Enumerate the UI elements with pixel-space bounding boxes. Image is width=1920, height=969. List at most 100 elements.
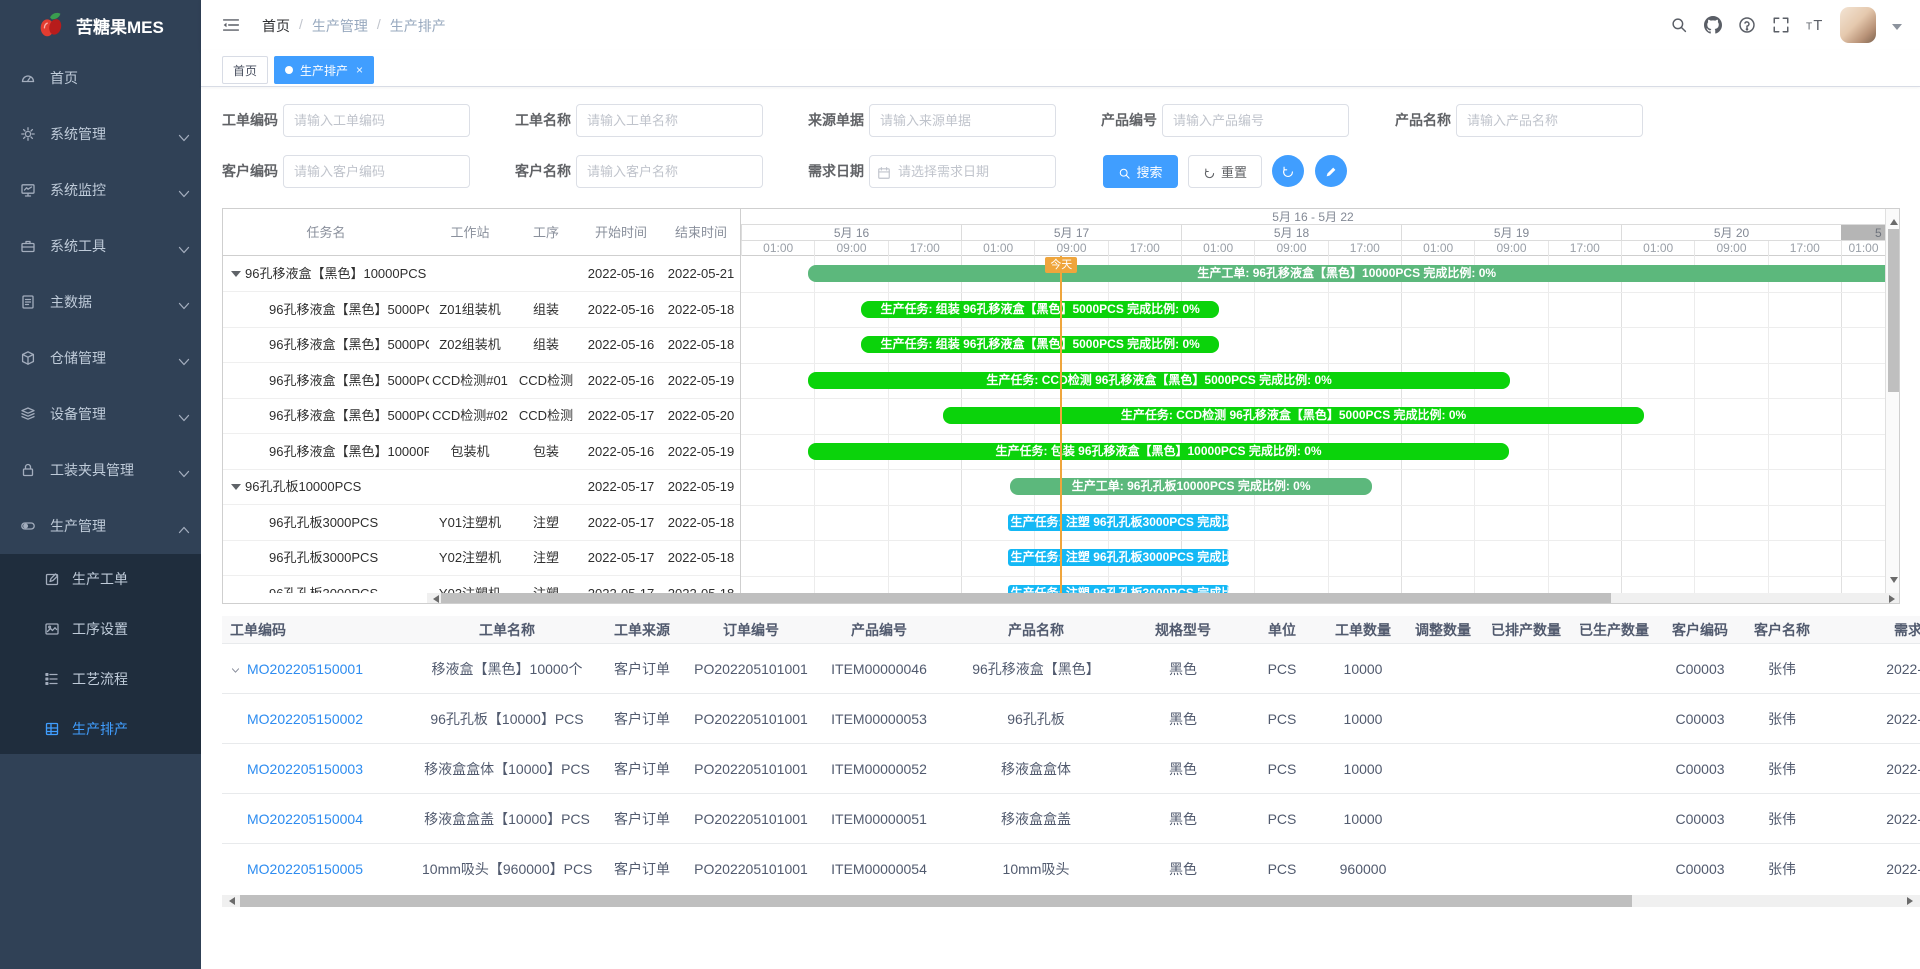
sidebar-menu: 首页系统管理系统监控系统工具主数据仓储管理设备管理工装夹具管理生产管理生产工单工… <box>0 50 201 754</box>
cell-order: PO202205101001 <box>692 861 810 877</box>
scroll-down-arrow[interactable] <box>1890 577 1898 587</box>
demand-date-input[interactable] <box>869 155 1056 188</box>
customer-name-input[interactable] <box>576 155 763 188</box>
gantt-task-row[interactable]: 96孔孔板3000PCSY02注塑机注塑2022-05-172022-05-18 <box>223 540 741 576</box>
work-order-name-input[interactable] <box>576 104 763 137</box>
timeline-day-label: 5月 17 <box>961 225 1181 241</box>
github-icon[interactable] <box>1704 16 1722 34</box>
sidebar-item-equipment-management[interactable]: 设备管理 <box>0 386 201 442</box>
search-button[interactable]: 搜索 <box>1103 155 1178 188</box>
scroll-up-arrow[interactable] <box>1890 215 1898 225</box>
product-name-input[interactable] <box>1456 104 1643 137</box>
sidebar-item-system-tools[interactable]: 系统工具 <box>0 218 201 274</box>
task-end-date: 2022-05-18 <box>661 505 741 540</box>
collapse-triangle-icon[interactable] <box>231 271 241 282</box>
breadcrumb-home[interactable]: 首页 <box>262 16 290 36</box>
scrollbar-thumb[interactable] <box>240 895 1632 907</box>
work-order-link[interactable]: MO202205150005 <box>247 861 363 877</box>
search-icon <box>1118 167 1131 180</box>
source-document-input[interactable] <box>869 104 1056 137</box>
work-order-link[interactable]: MO202205150002 <box>247 711 363 727</box>
product-code-input[interactable] <box>1162 104 1349 137</box>
scroll-left-arrow[interactable] <box>225 897 235 905</box>
gantt-task-row[interactable]: 96孔移液盒【黑色】5000PCSCCD检测#01CCD检测2022-05-16… <box>223 363 741 399</box>
cell-unit: PCS <box>1242 661 1322 677</box>
sidebar-item-system-management[interactable]: 系统管理 <box>0 106 201 162</box>
gantt-vertical-scrollbar[interactable] <box>1885 209 1900 593</box>
table-row[interactable]: MO202205150001移液盒【黑色】10000个客户订单PO2022051… <box>222 644 1920 694</box>
gantt-task-row[interactable]: 96孔移液盒【黑色】5000PCSZ02组装机组装2022-05-162022-… <box>223 327 741 363</box>
gantt-task-row[interactable]: 96孔孔板3000PCSY03注塑机注塑2022-05-172022-05-18 <box>223 576 741 594</box>
table-row[interactable]: MO202205150004移液盒盒盖【10000】PCS客户订单PO20220… <box>222 794 1920 844</box>
tab-close-icon[interactable]: × <box>356 63 363 77</box>
gantt-bar[interactable]: 生产工单: 96孔孔板10000PCS 完成比例: 0% <box>1010 478 1373 495</box>
cell-qty: 10000 <box>1322 811 1404 827</box>
task-name: 96孔孔板3000PCS <box>269 540 429 575</box>
scrollbar-thumb[interactable] <box>441 593 1611 604</box>
gantt-bar[interactable]: 生产任务: 组装 96孔移液盒【黑色】5000PCS 完成比例: 0% <box>861 301 1219 318</box>
sidebar-item-process-settings[interactable]: 工序设置 <box>0 604 201 654</box>
gantt-bar[interactable]: 生产任务: 注塑 96孔孔板3000PCS 完成比例: 0% <box>1008 549 1230 566</box>
timeline-hour-label: 09:00 <box>1034 241 1107 256</box>
work-order-link[interactable]: MO202205150004 <box>247 811 363 827</box>
sidebar-item-process-flow[interactable]: 工艺流程 <box>0 654 201 704</box>
table-row[interactable]: MO20220515000296孔孔板【10000】PCS客户订单PO20220… <box>222 694 1920 744</box>
cell-cust_name: 张伟 <box>1742 759 1822 779</box>
help-icon[interactable] <box>1738 16 1756 34</box>
sidebar-item-production-work-order[interactable]: 生产工单 <box>0 554 201 604</box>
user-avatar[interactable] <box>1840 7 1876 43</box>
caret-down-icon[interactable] <box>1892 24 1902 35</box>
gantt-bar[interactable]: 生产任务: 组装 96孔移液盒【黑色】5000PCS 完成比例: 0% <box>861 336 1219 353</box>
sidebar-item-master-data[interactable]: 主数据 <box>0 274 201 330</box>
cell-cust_code: C00003 <box>1658 861 1742 877</box>
scroll-right-arrow[interactable] <box>1889 595 1899 603</box>
refresh-circle-button[interactable] <box>1272 155 1304 187</box>
gantt-task-row[interactable]: 96孔移液盒【黑色】5000PCSZ01组装机组装2022-05-162022-… <box>223 292 741 328</box>
sidebar-item-warehouse-management[interactable]: 仓储管理 <box>0 330 201 386</box>
table-row[interactable]: MO202205150003移液盒盒体【10000】PCS客户订单PO20220… <box>222 744 1920 794</box>
customer-code-input[interactable] <box>283 155 470 188</box>
scroll-left-arrow[interactable] <box>429 595 439 603</box>
gantt-bar[interactable]: 生产任务: 注塑 96孔孔板3000PCS 完成比例: 0% <box>1008 585 1230 594</box>
gantt-bar[interactable]: 生产任务: CCD检测 96孔移液盒【黑色】5000PCS 完成比例: 0% <box>808 372 1509 389</box>
tab-home[interactable]: 首页 <box>222 56 268 84</box>
sidebar-item-system-monitoring[interactable]: 系统监控 <box>0 162 201 218</box>
gantt-chart: 任务名工作站工序开始时间结束时间96孔移液盒【黑色】10000PCS2022-0… <box>222 208 1900 604</box>
scrollbar-thumb[interactable] <box>1888 229 1899 392</box>
cell-product: 移液盒盒盖 <box>948 809 1124 829</box>
header-search-icon[interactable] <box>1670 16 1688 34</box>
gantt-task-row[interactable]: 96孔移液盒【黑色】5000PCSCCD检测#02CCD检测2022-05-17… <box>223 398 741 434</box>
sidebar-item-tooling-fixture-management[interactable]: 工装夹具管理 <box>0 442 201 498</box>
table-horizontal-scrollbar[interactable] <box>222 895 1920 907</box>
sidebar-item-production-scheduling[interactable]: 生产排产 <box>0 704 201 754</box>
timeline-hour-label: 17:00 <box>888 241 961 256</box>
table-row[interactable]: MO20220515000510mm吸头【960000】PCS客户订单PO202… <box>222 844 1920 889</box>
gantt-bar[interactable]: 生产任务: 包装 96孔移液盒【黑色】10000PCS 完成比例: 0% <box>808 443 1508 460</box>
gantt-bar[interactable]: 生产工单: 96孔移液盒【黑色】10000PCS 完成比例: 0% <box>808 265 1885 282</box>
fullscreen-icon[interactable] <box>1772 16 1790 34</box>
sidebar-item-production-management[interactable]: 生产管理 <box>0 498 201 554</box>
gantt-bar[interactable]: 生产任务: 注塑 96孔孔板3000PCS 完成比例: 0% <box>1008 514 1230 531</box>
tab-production-scheduling[interactable]: 生产排产 × <box>274 56 374 84</box>
table-header-row: 工单编码工单名称工单来源订单编号产品编号产品名称规格型号单位工单数量调整数量已排… <box>222 616 1920 644</box>
gantt-horizontal-scrollbar[interactable] <box>427 593 1900 604</box>
reset-button[interactable]: 重置 <box>1188 155 1262 188</box>
app-logo[interactable]: 苦糖果MES <box>0 0 201 50</box>
sidebar-item-home[interactable]: 首页 <box>0 50 201 106</box>
gantt-task-row[interactable]: 96孔孔板3000PCSY01注塑机注塑2022-05-172022-05-18 <box>223 505 741 541</box>
cell-demand: 2022-05-22 <box>1822 811 1920 827</box>
scroll-right-arrow[interactable] <box>1907 897 1917 905</box>
collapse-triangle-icon[interactable] <box>231 484 241 495</box>
font-size-icon[interactable]: TT <box>1806 16 1824 34</box>
gantt-timeline-header: 5月 16 - 5月 225月 165月 175月 185月 195月 205月… <box>741 209 1885 256</box>
work-order-code-input[interactable] <box>283 104 470 137</box>
gantt-task-row[interactable]: 96孔孔板10000PCS2022-05-172022-05-19 <box>223 469 741 505</box>
hamburger-icon[interactable] <box>222 16 240 34</box>
gantt-task-row[interactable]: 96孔移液盒【黑色】10000PCS2022-05-162022-05-21 <box>223 256 741 292</box>
edit-circle-button[interactable] <box>1315 155 1347 187</box>
gantt-task-row[interactable]: 96孔移液盒【黑色】10000PCS包装机包装2022-05-162022-05… <box>223 434 741 470</box>
cell-code: MO202205150005 <box>222 861 422 877</box>
work-order-link[interactable]: MO202205150001 <box>247 661 363 677</box>
work-order-link[interactable]: MO202205150003 <box>247 761 363 777</box>
gantt-bar[interactable]: 生产任务: CCD检测 96孔移液盒【黑色】5000PCS 完成比例: 0% <box>943 407 1643 424</box>
